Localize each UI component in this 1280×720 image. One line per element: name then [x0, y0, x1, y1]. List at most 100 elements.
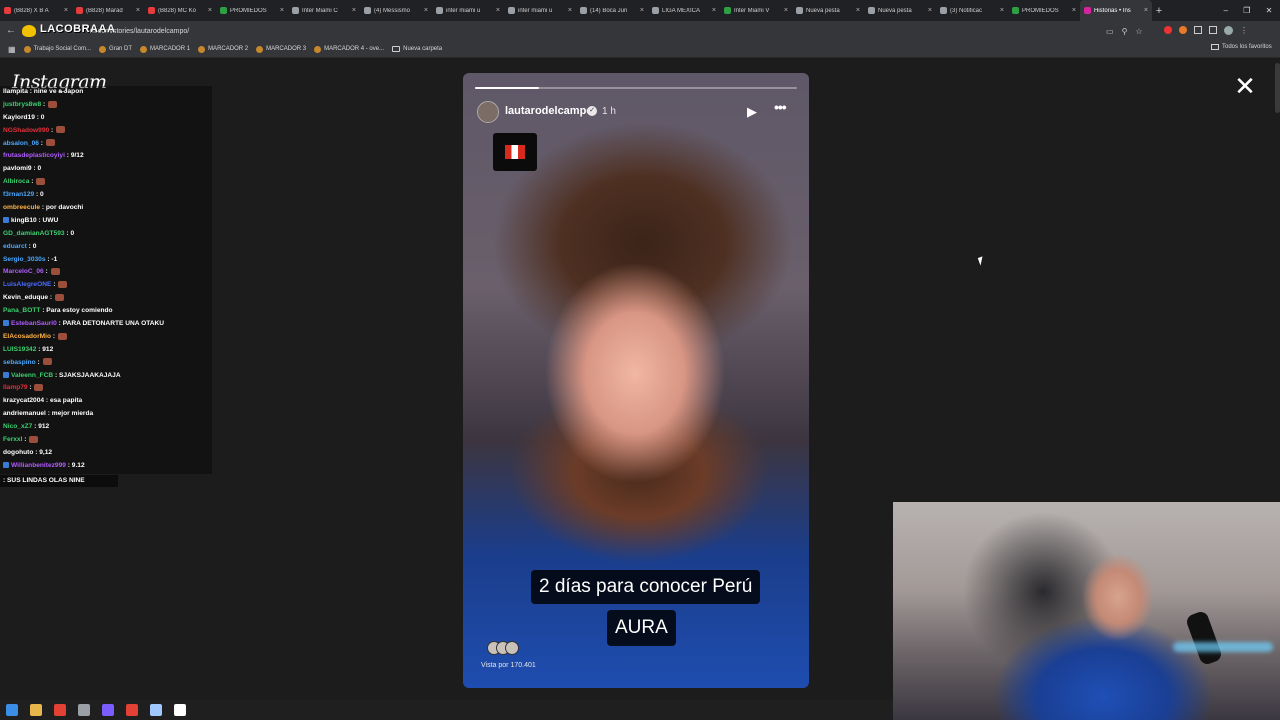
close-story-button[interactable]: ✕ — [1234, 73, 1256, 99]
tab-close-icon[interactable]: × — [1072, 7, 1076, 14]
scrollbar[interactable] — [1275, 63, 1280, 113]
chat-username[interactable]: andriemanuel — [3, 410, 46, 417]
chat-username[interactable]: NGShadow990 — [3, 127, 49, 134]
tab-close-icon[interactable]: × — [64, 7, 68, 14]
maximize-button[interactable]: ❐ — [1243, 6, 1250, 15]
chat-username[interactable]: llampita — [3, 88, 28, 95]
app-icon-4[interactable] — [150, 704, 162, 716]
more-options-icon[interactable]: ••• — [774, 99, 787, 115]
browser-tab[interactable]: inter miami u × — [432, 0, 504, 21]
chat-username[interactable]: Pana_BOTT — [3, 307, 40, 314]
chat-username[interactable]: Nico_xZ7 — [3, 423, 32, 430]
browser-tab[interactable]: Nueva pesta × — [864, 0, 936, 21]
browser-tab[interactable]: Inter Miami V × — [720, 0, 792, 21]
chat-username[interactable]: Sergio_3030s — [3, 256, 46, 263]
browser-tab[interactable]: Nueva pesta × — [792, 0, 864, 21]
tab-close-icon[interactable]: × — [424, 7, 428, 14]
chat-username[interactable]: dogohuto — [3, 449, 33, 456]
app-icon-2[interactable] — [102, 704, 114, 716]
sidebar-icon[interactable] — [1209, 26, 1217, 34]
chat-username[interactable]: Kevin_eduque — [3, 294, 48, 301]
browser-tab[interactable]: (14) Boca Jun × — [576, 0, 648, 21]
browser-tab[interactable]: LIGA MEXICA × — [648, 0, 720, 21]
window-close-button[interactable]: ✕ — [1266, 6, 1273, 15]
bookmark-item[interactable]: Gran DT — [99, 45, 132, 53]
app-icon-3[interactable] — [126, 704, 138, 716]
play-icon[interactable]: ▶ — [747, 104, 757, 120]
browser-tab[interactable]: (B828) Marad × — [72, 0, 144, 21]
story-card[interactable]: lautarodelcampo ✓ 1 h ▶ ••• 2 días para … — [463, 73, 809, 688]
back-icon[interactable]: ← — [6, 25, 16, 36]
minimize-button[interactable]: – — [1224, 6, 1228, 15]
story-view-count[interactable]: Vista por 170.401 — [481, 662, 536, 669]
chat-username[interactable]: Kaylord19 — [3, 114, 35, 121]
chat-username[interactable]: kingB10 — [11, 217, 37, 224]
new-tab-button[interactable]: + — [1152, 5, 1166, 17]
chat-username[interactable]: EstebanSauri0 — [11, 320, 57, 327]
story-username[interactable]: lautarodelcampo — [505, 105, 593, 117]
chat-username[interactable]: Willianbenitez999 — [11, 462, 66, 469]
profile-avatar[interactable] — [1224, 26, 1233, 35]
bookmark-item[interactable]: Trabajo Social Com... — [23, 45, 91, 53]
tab-close-icon[interactable]: × — [496, 7, 500, 14]
chat-username[interactable]: sebaspino — [3, 359, 36, 366]
apps-grid-icon[interactable]: ▦ — [8, 45, 16, 54]
browser-tab[interactable]: PROMIEDOS × — [1008, 0, 1080, 21]
chat-username[interactable]: justbrys8w8 — [3, 101, 41, 108]
bookmark-item[interactable]: MARCADOR 1 — [140, 45, 190, 53]
story-user-avatar[interactable] — [477, 101, 499, 123]
chat-username[interactable]: f3rnan129 — [3, 191, 34, 198]
viewer-avatars[interactable] — [487, 641, 527, 655]
bookmark-item[interactable]: MARCADOR 3 — [256, 45, 306, 53]
tab-close-icon[interactable]: × — [352, 7, 356, 14]
zoom-icon[interactable]: ⚲ — [1122, 27, 1128, 36]
chat-username[interactable]: llamp79 — [3, 384, 28, 391]
chat-username[interactable]: Albiroca — [3, 178, 29, 185]
extensions-puzzle-icon[interactable] — [1194, 26, 1202, 34]
chrome-icon[interactable] — [54, 704, 66, 716]
chat-username[interactable]: eduarct — [3, 243, 27, 250]
tab-close-icon[interactable]: × — [712, 7, 716, 14]
chat-username[interactable]: LuisAlegreONE — [3, 281, 51, 288]
tab-close-icon[interactable]: × — [928, 7, 932, 14]
chat-username[interactable]: ElAcosadorMio — [3, 333, 51, 340]
tab-close-icon[interactable]: × — [640, 7, 644, 14]
chat-username[interactable]: pavlomi9 — [3, 165, 32, 172]
chat-username[interactable]: frutasdeplasticoyiyi — [3, 152, 65, 159]
menu-kebab-icon[interactable]: ⋮ — [1240, 26, 1248, 35]
chat-username[interactable]: LUIS19342 — [3, 346, 36, 353]
extension-orange-icon[interactable] — [1179, 26, 1187, 34]
all-bookmarks-button[interactable]: Todos los favoritos — [1211, 44, 1272, 50]
bookmark-item[interactable]: MARCADOR 2 — [198, 45, 248, 53]
chat-username[interactable]: GD_damianAGT593 — [3, 230, 65, 237]
chat-username[interactable]: Ferxxl — [3, 436, 22, 443]
browser-tab[interactable]: Historias • Ins × — [1080, 0, 1152, 21]
browser-tab[interactable]: (B828) X B A × — [0, 0, 72, 21]
chat-username[interactable]: krazycat2004 — [3, 397, 44, 404]
bookmark-item[interactable]: MARCADOR 4 - ove... — [314, 45, 384, 53]
browser-tab[interactable]: PROMIEDOS × — [216, 0, 288, 21]
tab-close-icon[interactable]: × — [280, 7, 284, 14]
chat-username[interactable]: Valeenn_FCB — [11, 372, 53, 379]
tab-close-icon[interactable]: × — [208, 7, 212, 14]
bookmark-star-icon[interactable]: ☆ — [1135, 27, 1142, 36]
tab-close-icon[interactable]: × — [568, 7, 572, 14]
chat-username[interactable]: MarceloC_06 — [3, 268, 44, 275]
url-text[interactable]: m.com/stories/lautarodelcampo/ — [90, 28, 189, 35]
browser-tab[interactable]: Inter Miami C × — [288, 0, 360, 21]
bookmark-item[interactable]: Nueva carpeta — [392, 46, 442, 52]
tab-close-icon[interactable]: × — [856, 7, 860, 14]
tab-close-icon[interactable]: × — [1144, 7, 1148, 14]
cast-icon[interactable]: ▭ — [1106, 27, 1114, 36]
tab-close-icon[interactable]: × — [784, 7, 788, 14]
file-explorer-icon[interactable] — [30, 704, 42, 716]
tab-close-icon[interactable]: × — [136, 7, 140, 14]
tab-close-icon[interactable]: × — [1000, 7, 1004, 14]
chat-username[interactable]: ombreecule — [3, 204, 40, 211]
app-icon-1[interactable] — [78, 704, 90, 716]
browser-tab[interactable]: (3) Notificac × — [936, 0, 1008, 21]
browser-tab[interactable]: inter miami u × — [504, 0, 576, 21]
app-icon-5[interactable] — [174, 704, 186, 716]
browser-tab[interactable]: (B828) MC Ko × — [144, 0, 216, 21]
extension-red-icon[interactable] — [1164, 26, 1172, 34]
